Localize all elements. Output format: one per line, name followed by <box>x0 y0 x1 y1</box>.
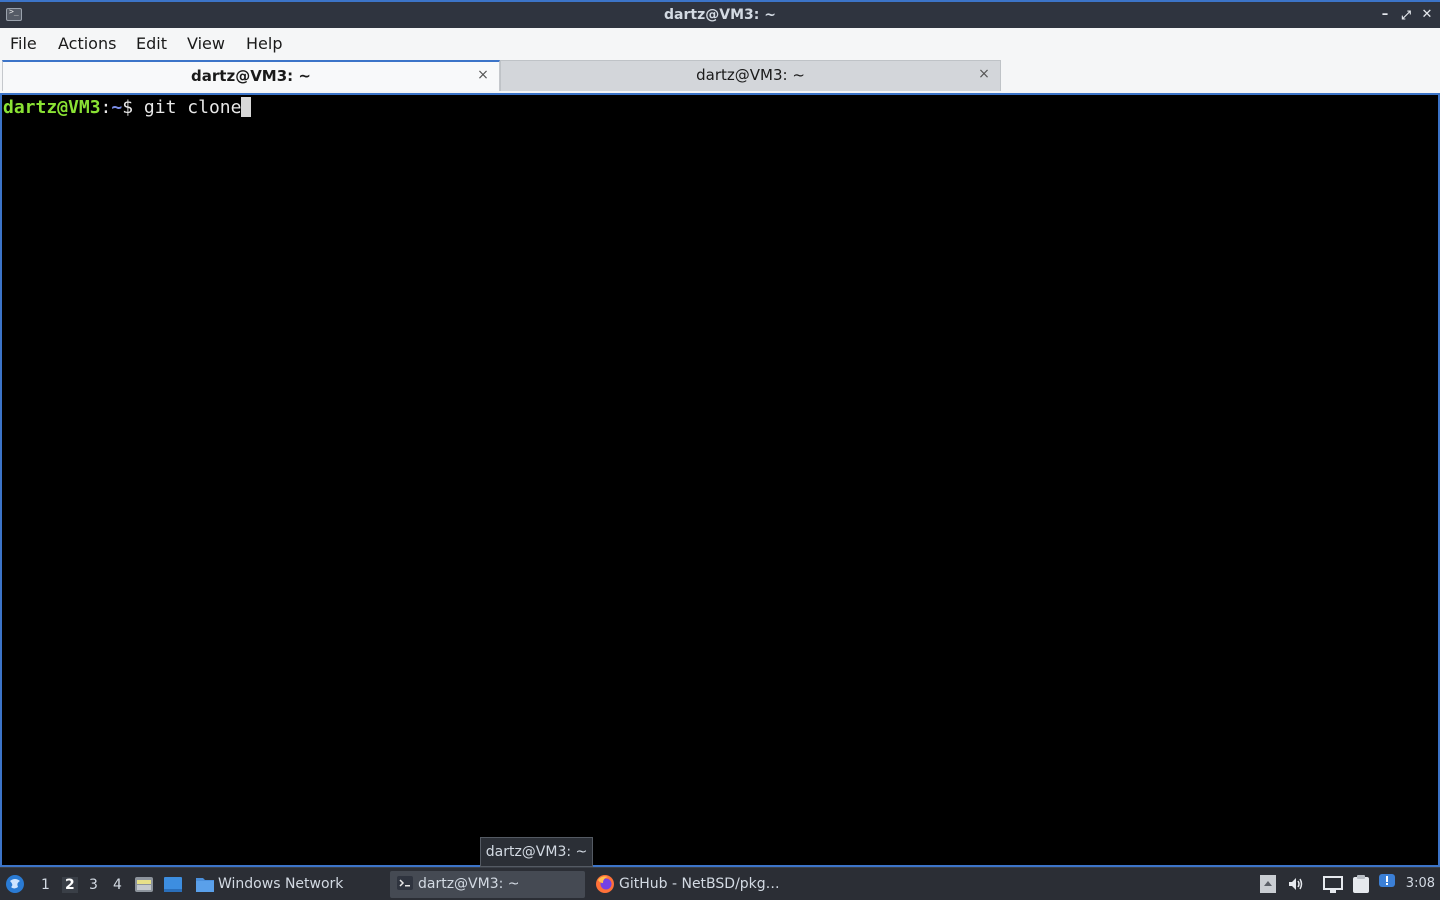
tab-terminal-2[interactable]: dartz@VM3: ~ × <box>500 60 1001 91</box>
menu-help[interactable]: Help <box>246 34 282 53</box>
terminal-prompt-line: dartz@VM3:~$ git clone <box>3 97 252 119</box>
firefox-icon <box>596 875 614 893</box>
menubar: File Actions Edit View Help <box>0 28 1440 60</box>
tab-label: dartz@VM3: ~ <box>191 67 311 85</box>
prompt-user: dartz@VM3 <box>3 97 101 118</box>
prompt-path: ~ <box>111 97 123 118</box>
window-titlebar[interactable]: >_ dartz@VM3: ~ – ⤢ ✕ <box>0 0 1440 28</box>
tab-label: dartz@VM3: ~ <box>696 66 805 84</box>
task-label: Windows Network <box>218 876 344 892</box>
maximize-button[interactable]: ⤢ <box>1397 5 1415 25</box>
task-windows-network[interactable]: Windows Network <box>192 871 382 898</box>
tray-expand-icon[interactable] <box>1260 875 1276 893</box>
task-firefox[interactable]: GitHub - NetBSD/pkg… <box>592 871 792 898</box>
tab-close-icon[interactable]: × <box>475 67 491 83</box>
text-cursor <box>241 97 252 117</box>
tab-close-icon[interactable]: × <box>976 66 992 82</box>
task-tooltip: dartz@VM3: ~ <box>480 837 593 867</box>
desktop-1[interactable]: 1 <box>41 877 50 893</box>
task-terminal[interactable]: dartz@VM3: ~ <box>390 871 585 898</box>
clipboard-icon[interactable] <box>1351 874 1371 894</box>
desktop-2[interactable]: 2 <box>62 877 78 893</box>
clock: 3:08 <box>1405 876 1435 891</box>
window-title: dartz@VM3: ~ <box>664 7 776 23</box>
prompt-dollar: $ <box>122 97 144 118</box>
tab-terminal-1[interactable]: dartz@VM3: ~ × <box>2 60 500 91</box>
minimize-button[interactable]: – <box>1376 5 1394 25</box>
prompt-colon: : <box>100 97 112 118</box>
file-manager-icon[interactable] <box>134 875 154 893</box>
menu-actions[interactable]: Actions <box>58 34 116 53</box>
lxqt-menu-icon[interactable] <box>5 874 25 894</box>
display-icon[interactable] <box>1323 876 1343 894</box>
menu-view[interactable]: View <box>187 34 225 53</box>
desktop-4[interactable]: 4 <box>113 877 122 893</box>
tab-bar: dartz@VM3: ~ × dartz@VM3: ~ × <box>0 60 1440 94</box>
terminal-view[interactable]: dartz@VM3:~$ git clone <box>0 93 1440 867</box>
taskbar: 1 2 3 4 Windows Network dartz@VM3: ~ Git… <box>0 867 1440 900</box>
close-button[interactable]: ✕ <box>1418 5 1436 25</box>
volume-icon[interactable] <box>1287 875 1305 893</box>
menu-file[interactable]: File <box>10 34 37 53</box>
desktop-3[interactable]: 3 <box>89 877 98 893</box>
terminal-icon <box>397 876 413 890</box>
task-label: dartz@VM3: ~ <box>418 876 520 892</box>
show-desktop-icon[interactable] <box>163 875 183 893</box>
task-label: GitHub - NetBSD/pkg… <box>619 876 780 892</box>
menu-edit[interactable]: Edit <box>136 34 167 53</box>
notification-icon[interactable] <box>1378 873 1396 891</box>
folder-icon <box>196 878 214 892</box>
typed-command: git clone <box>143 97 242 118</box>
